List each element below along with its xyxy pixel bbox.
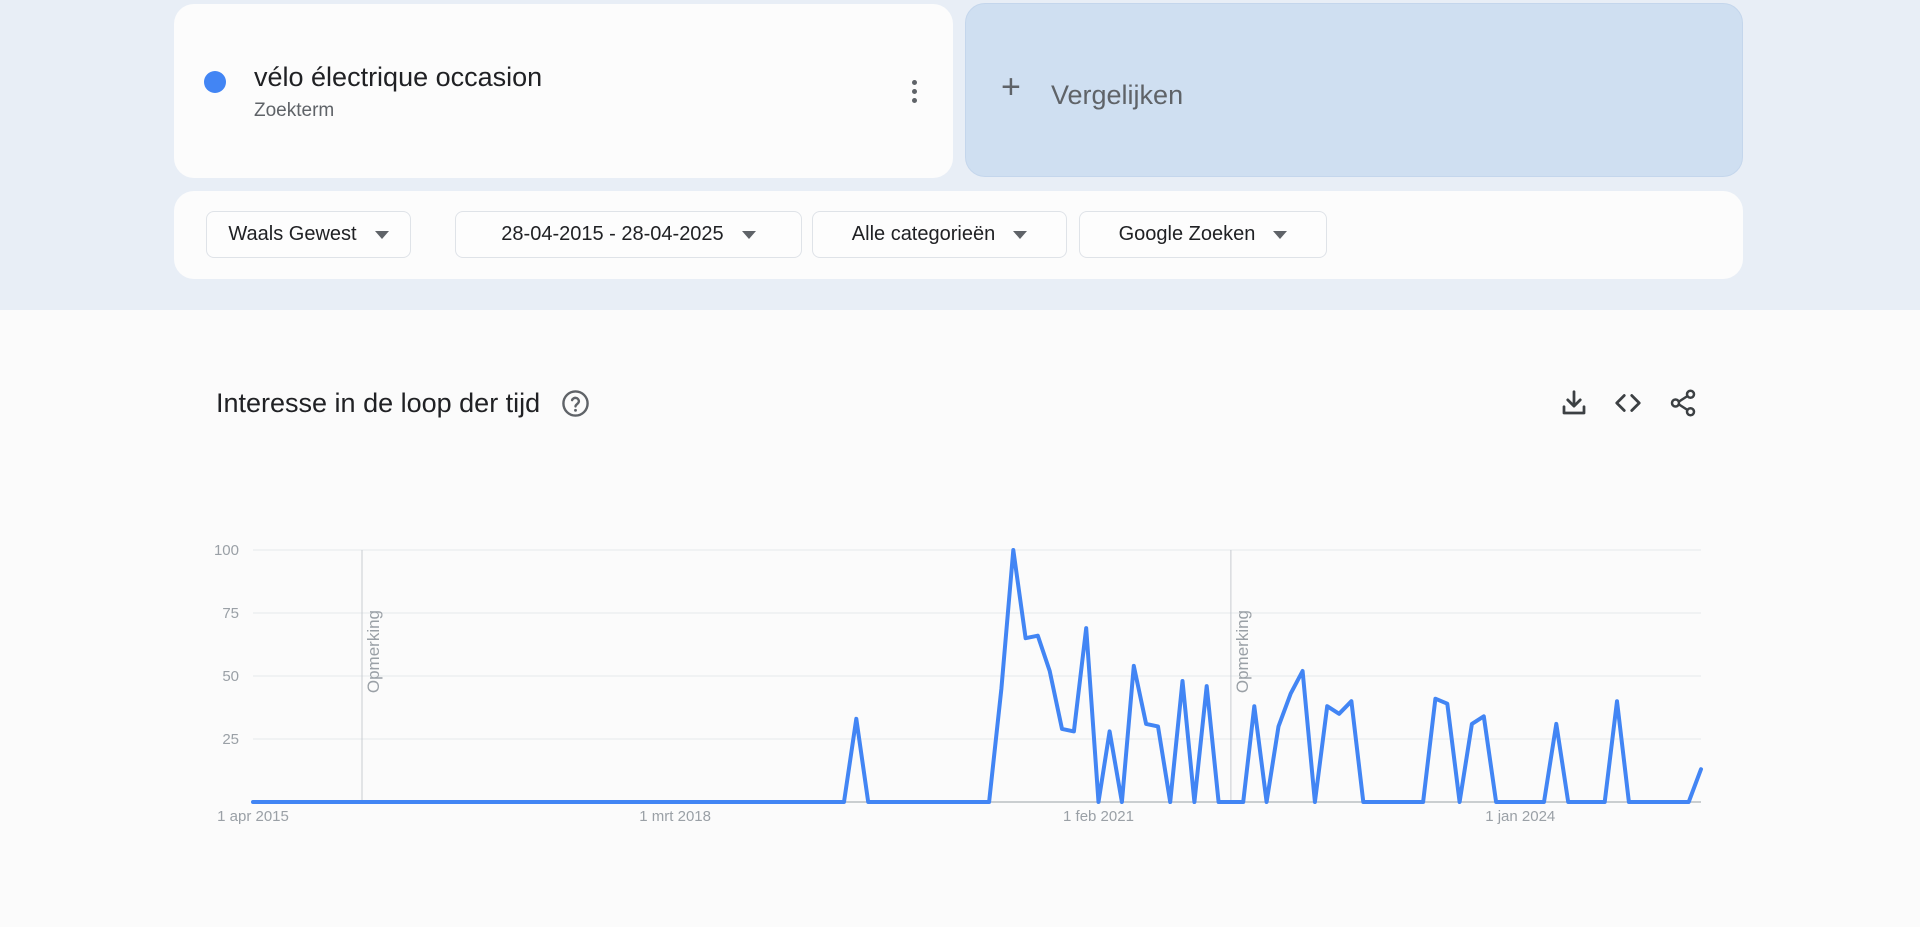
search-term-name: vélo électrique occasion: [254, 62, 543, 92]
y-tick-label: 50: [222, 668, 239, 685]
category-filter-label: Alle categorieën: [851, 223, 996, 245]
date-range-filter[interactable]: 28-04-2015 - 28-04-2025: [455, 211, 802, 258]
share-icon[interactable]: [1668, 388, 1698, 418]
date-range-filter-label: 28-04-2015 - 28-04-2025: [501, 223, 724, 245]
search-term-card: vélo électrique occasion Zoekterm: [174, 4, 953, 178]
caret-down-icon: [741, 230, 756, 239]
search-type-filter[interactable]: Google Zoeken: [1079, 211, 1327, 258]
category-filter[interactable]: Alle categorieën: [812, 211, 1067, 258]
caret-down-icon: [1013, 230, 1028, 239]
x-tick-label: 1 jan 2024: [1485, 808, 1555, 825]
download-icon[interactable]: [1559, 388, 1589, 418]
search-type-filter-label: Google Zoeken: [1118, 223, 1256, 245]
series-color-dot: [204, 71, 226, 93]
caret-down-icon: [1273, 230, 1288, 239]
region-filter[interactable]: Waals Gewest: [206, 211, 411, 258]
x-tick-label: 1 mrt 2018: [639, 808, 711, 825]
header-band: vélo électrique occasion Zoekterm + Verg…: [0, 0, 1920, 310]
more-options-icon[interactable]: [904, 80, 924, 110]
help-icon[interactable]: [561, 389, 590, 418]
search-term-type: Zoekterm: [254, 100, 335, 121]
compare-button[interactable]: + Vergelijken: [965, 3, 1743, 177]
section-title: Interesse in de loop der tijd: [216, 388, 541, 418]
compare-label: Vergelijken: [1051, 80, 1184, 110]
note-label: Opmerking: [1233, 610, 1252, 693]
note-label: Opmerking: [364, 610, 383, 693]
embed-icon[interactable]: [1613, 388, 1643, 418]
filter-bar: Waals Gewest 28-04-2015 - 28-04-2025 All…: [174, 191, 1743, 279]
x-tick-label: 1 apr 2015: [217, 808, 289, 825]
caret-down-icon: [374, 230, 389, 239]
interest-over-time-chart: 25 50 75 100 1 apr 2015 1 mrt 2018 1 feb 2021 1…: [214, 542, 1703, 825]
x-tick-label: 1 feb 2021: [1063, 808, 1134, 825]
y-tick-label: 100: [214, 542, 239, 559]
region-filter-label: Waals Gewest: [228, 223, 357, 245]
y-tick-label: 25: [222, 731, 239, 748]
plus-icon: +: [1001, 68, 1021, 106]
y-tick-label: 75: [222, 605, 239, 622]
